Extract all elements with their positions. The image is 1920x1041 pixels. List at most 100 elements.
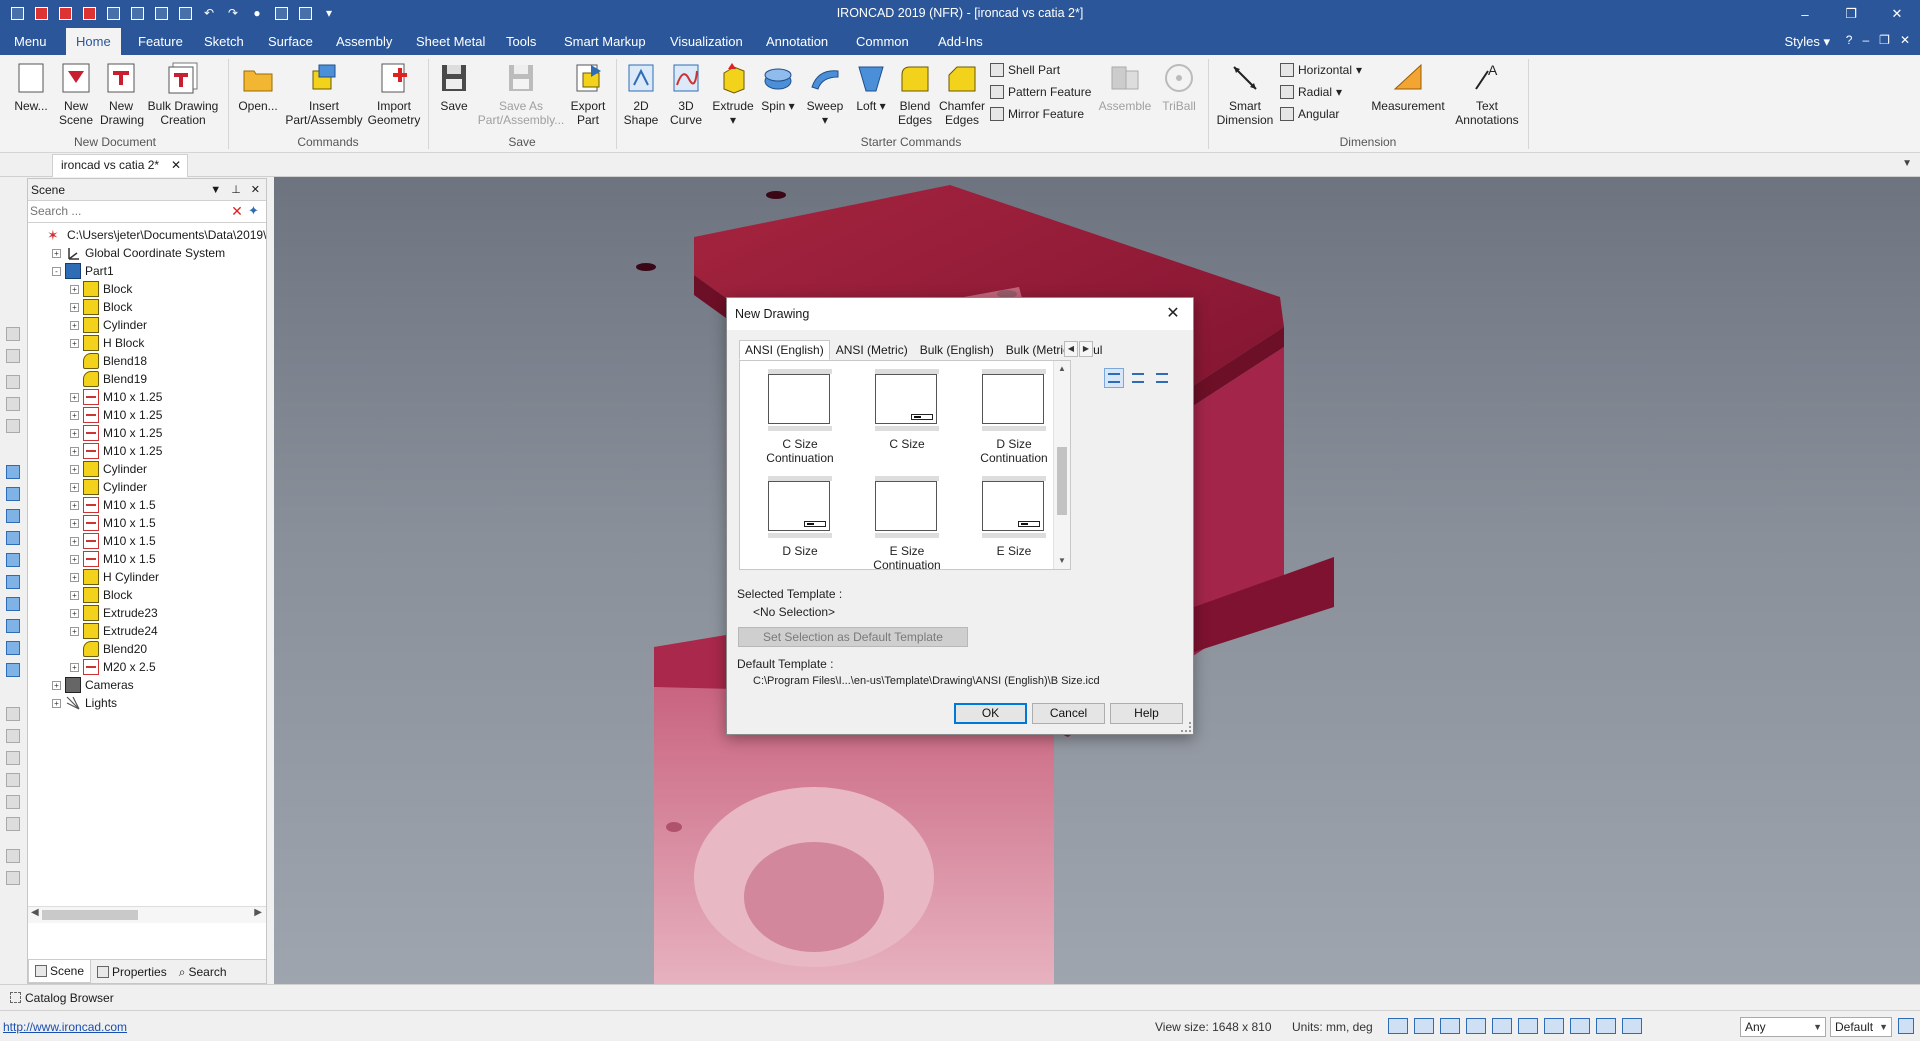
- shading-icon[interactable]: [1518, 1018, 1538, 1034]
- blend-edges-button[interactable]: Blend Edges: [894, 61, 936, 127]
- layout-icon[interactable]: [1898, 1018, 1914, 1034]
- tab-common[interactable]: Common: [846, 28, 919, 55]
- expand-icon[interactable]: +: [70, 464, 79, 474]
- expand-icon[interactable]: +: [52, 680, 61, 690]
- tab-annotation[interactable]: Annotation: [756, 28, 838, 55]
- scrollbar-thumb[interactable]: [1057, 447, 1067, 515]
- styles-dropdown[interactable]: Styles ▾: [1784, 28, 1830, 55]
- tab-search[interactable]: ⌕ Search: [173, 960, 233, 983]
- minimize-button[interactable]: –: [1782, 0, 1828, 28]
- sweep-button[interactable]: Sweep ▾: [802, 61, 848, 127]
- tree-item[interactable]: + M10 x 1.25: [70, 388, 162, 406]
- tree-item[interactable]: + Global Coordinate System: [52, 244, 225, 262]
- expand-icon[interactable]: +: [70, 608, 79, 618]
- ribbon-restore-icon[interactable]: ❐: [1879, 33, 1890, 47]
- tree-item[interactable]: + M10 x 1.5: [70, 496, 156, 514]
- large-icons-view-button[interactable]: [1104, 368, 1124, 388]
- tree-item[interactable]: + M10 x 1.5: [70, 550, 156, 568]
- scroll-up-icon[interactable]: ▲: [1054, 361, 1070, 377]
- help-button[interactable]: Help: [1110, 703, 1183, 724]
- render-mode-icon[interactable]: [1466, 1018, 1486, 1034]
- dialog-close-button[interactable]: ✕: [1159, 298, 1187, 330]
- tab-sketch[interactable]: Sketch: [194, 28, 254, 55]
- search-options-icon[interactable]: ✦: [248, 204, 262, 218]
- scene-search-input[interactable]: [28, 201, 218, 221]
- angular-dimension-button[interactable]: Angular: [1280, 107, 1339, 121]
- expand-icon[interactable]: +: [70, 662, 79, 672]
- template-item[interactable]: D Size Continuation: [962, 369, 1066, 465]
- tab-bulk-english[interactable]: Bulk (English): [914, 340, 1000, 360]
- expand-icon[interactable]: +: [70, 392, 79, 402]
- tree-item[interactable]: + Cylinder: [70, 460, 147, 478]
- tool-icon[interactable]: [6, 349, 20, 363]
- tree-item[interactable]: + Lights: [52, 694, 117, 712]
- expand-icon[interactable]: +: [70, 518, 79, 528]
- tree-item[interactable]: + Cylinder: [70, 478, 147, 496]
- expand-icon[interactable]: +: [70, 302, 79, 312]
- tree-item[interactable]: + M10 x 1.5: [70, 514, 156, 532]
- catalog-browser-bar[interactable]: Catalog Browser: [0, 984, 1920, 1010]
- tree-item[interactable]: Blend18: [70, 352, 147, 370]
- tab-properties[interactable]: Properties: [91, 960, 173, 983]
- tab-tools[interactable]: Tools: [496, 28, 546, 55]
- expand-icon[interactable]: +: [70, 320, 79, 330]
- template-item[interactable]: E Size Continuation: [855, 476, 959, 572]
- smart-dimension-button[interactable]: Smart Dimension: [1212, 61, 1278, 127]
- tree-item[interactable]: Blend19: [70, 370, 147, 388]
- sphere-tool-icon[interactable]: [6, 531, 20, 545]
- camera-icon[interactable]: [1492, 1018, 1512, 1034]
- pointer-icon[interactable]: [1622, 1018, 1642, 1034]
- measurement-button[interactable]: Measurement: [1368, 61, 1448, 113]
- tab-feature[interactable]: Feature: [128, 28, 193, 55]
- tab-home[interactable]: Home: [66, 28, 121, 55]
- cone-tool-icon[interactable]: [6, 509, 20, 523]
- website-link[interactable]: http://www.ironcad.com: [3, 1020, 127, 1034]
- slot-tool-icon[interactable]: [6, 597, 20, 611]
- expand-icon[interactable]: +: [70, 428, 79, 438]
- assemble-button[interactable]: Assemble: [1098, 61, 1152, 113]
- scroll-down-icon[interactable]: ▼: [1054, 553, 1070, 569]
- tree-item[interactable]: + M10 x 1.25: [70, 442, 162, 460]
- tree-item[interactable]: - Part1: [52, 262, 114, 280]
- tree-item[interactable]: + M20 x 2.5: [70, 658, 156, 676]
- template-list-scrollbar[interactable]: ▲ ▼: [1053, 361, 1070, 569]
- template-item[interactable]: C Size Continuation: [748, 369, 852, 465]
- expand-icon[interactable]: +: [70, 572, 79, 582]
- new-scene-button[interactable]: New Scene: [56, 61, 96, 127]
- tree-item[interactable]: ✶ C:\Users\jeter\Documents\Data\2019\W: [34, 226, 266, 244]
- new-button[interactable]: New...: [10, 61, 52, 113]
- ring-tool-icon[interactable]: [6, 641, 20, 655]
- close-tab-icon[interactable]: ✕: [171, 155, 181, 176]
- export-part-button[interactable]: Export Part: [566, 61, 610, 127]
- template-item[interactable]: D Size: [748, 476, 852, 558]
- section-icon[interactable]: [1544, 1018, 1564, 1034]
- tree-item[interactable]: + M10 x 1.5: [70, 532, 156, 550]
- cylinder-tool-icon[interactable]: [6, 487, 20, 501]
- tool-icon[interactable]: [6, 849, 20, 863]
- expand-icon[interactable]: +: [70, 536, 79, 546]
- view-orient-icon[interactable]: [1440, 1018, 1460, 1034]
- style-select[interactable]: Default ▼: [1830, 1017, 1892, 1037]
- pin-icon[interactable]: ⊥: [231, 179, 241, 201]
- ok-button[interactable]: OK: [954, 703, 1027, 724]
- torus-tool-icon[interactable]: [6, 553, 20, 567]
- scroll-left-icon[interactable]: ◀: [31, 907, 39, 918]
- tab-smart-markup[interactable]: Smart Markup: [554, 28, 656, 55]
- tree-item[interactable]: + H Block: [70, 334, 144, 352]
- tool-icon[interactable]: [6, 397, 20, 411]
- zoom-fit-icon[interactable]: [1414, 1018, 1434, 1034]
- tab-sheet-metal[interactable]: Sheet Metal: [406, 28, 495, 55]
- tab-list-dropdown-icon[interactable]: ▼: [1902, 158, 1912, 169]
- tree-item[interactable]: + Block: [70, 298, 132, 316]
- new-drawing-button[interactable]: New Drawing: [100, 61, 144, 127]
- spin-button[interactable]: Spin ▾: [756, 61, 800, 113]
- tool-icon[interactable]: [6, 871, 20, 885]
- tabs-scroll-right-icon[interactable]: ▶: [1079, 341, 1093, 357]
- shell-part-button[interactable]: Shell Part: [990, 63, 1060, 77]
- tool-icon[interactable]: [6, 729, 20, 743]
- tool-icon[interactable]: [6, 795, 20, 809]
- template-item[interactable]: C Size: [855, 369, 959, 451]
- scrollbar-thumb[interactable]: [42, 910, 138, 920]
- wedge-tool-icon[interactable]: [6, 575, 20, 589]
- tree-item[interactable]: Blend20: [70, 640, 147, 658]
